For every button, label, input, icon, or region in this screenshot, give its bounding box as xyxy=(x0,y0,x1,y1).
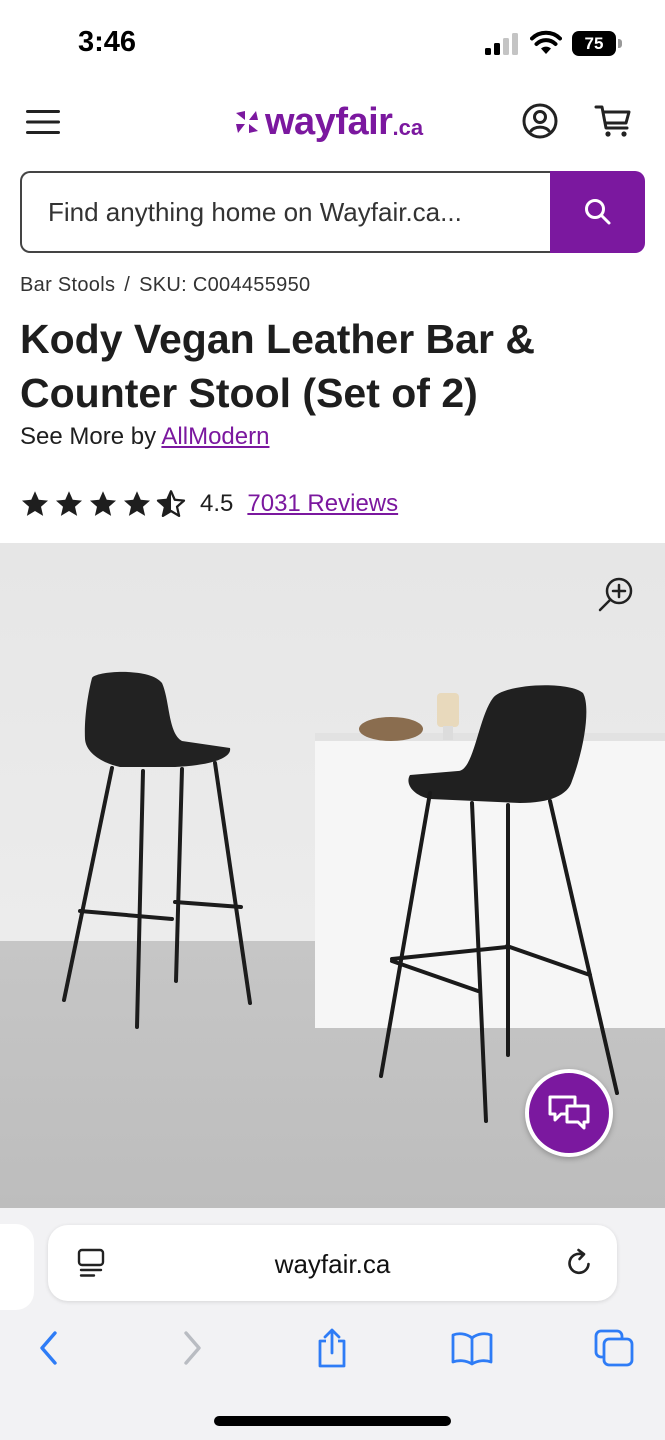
wayfair-pinwheel-icon xyxy=(236,111,258,133)
share-icon xyxy=(318,1328,346,1368)
battery-icon: 75 xyxy=(572,31,622,56)
chat-icon xyxy=(548,1095,590,1130)
hamburger-menu-icon[interactable] xyxy=(24,106,62,138)
logo-text: wayfair xyxy=(265,100,393,143)
tabs-icon xyxy=(594,1329,634,1367)
tabs-button[interactable] xyxy=(592,1326,636,1370)
bookmarks-button[interactable] xyxy=(450,1326,494,1370)
brand-link[interactable]: AllModern xyxy=(161,423,269,450)
rating-value: 4.5 xyxy=(200,490,234,517)
chat-button[interactable] xyxy=(525,1069,613,1157)
address-url[interactable]: wayfair.ca xyxy=(48,1249,617,1280)
share-button[interactable] xyxy=(310,1326,354,1370)
cellular-signal-icon xyxy=(485,33,518,55)
wayfair-logo[interactable]: wayfair .ca xyxy=(233,100,423,144)
forward-chevron-icon xyxy=(184,1331,201,1365)
status-time: 3:46 xyxy=(78,26,137,58)
product-image[interactable] xyxy=(0,543,665,1208)
search-input[interactable] xyxy=(20,171,550,253)
star-full-icon xyxy=(22,491,48,516)
bookmarks-icon xyxy=(451,1332,493,1366)
see-more-prefix: See More by xyxy=(20,423,157,450)
breadcrumb-category[interactable]: Bar Stools xyxy=(20,274,115,296)
reviews-link[interactable]: 7031 Reviews xyxy=(247,490,398,518)
star-full-icon xyxy=(90,491,116,516)
breadcrumb-sku: SKU: C004455950 xyxy=(139,274,311,296)
account-icon[interactable] xyxy=(521,102,559,140)
back-chevron-icon xyxy=(40,1331,57,1365)
back-button[interactable] xyxy=(27,1326,71,1370)
breadcrumb: Bar Stools / SKU: C004455950 xyxy=(20,274,310,297)
browser-chrome: wayfair.ca xyxy=(0,1208,665,1440)
reload-icon[interactable] xyxy=(563,1247,595,1279)
browser-toolbar xyxy=(0,1318,665,1378)
site-header: wayfair .ca xyxy=(0,86,665,162)
see-more-by: See More by AllModern xyxy=(20,423,269,451)
breadcrumb-separator: / xyxy=(124,274,131,296)
home-indicator xyxy=(214,1416,451,1426)
star-half-icon xyxy=(156,490,186,517)
previous-tab-preview[interactable] xyxy=(0,1224,34,1310)
star-full-icon xyxy=(56,491,82,516)
product-rating: 4.5 7031 Reviews xyxy=(20,486,398,522)
forward-button[interactable] xyxy=(170,1326,214,1370)
status-bar: 3:46 75 xyxy=(0,0,665,86)
battery-level: 75 xyxy=(572,31,616,56)
search-bar xyxy=(20,171,645,253)
rating-stars xyxy=(20,489,186,519)
search-button[interactable] xyxy=(550,171,645,253)
star-full-icon xyxy=(124,491,150,516)
address-bar[interactable]: wayfair.ca xyxy=(48,1225,617,1301)
product-title: Kody Vegan Leather Bar & Counter Stool (… xyxy=(20,316,535,416)
logo-suffix: .ca xyxy=(392,115,424,140)
search-icon xyxy=(584,199,610,225)
zoom-in-icon[interactable] xyxy=(596,575,636,615)
cart-icon[interactable] xyxy=(594,102,632,140)
wifi-icon xyxy=(530,30,562,54)
